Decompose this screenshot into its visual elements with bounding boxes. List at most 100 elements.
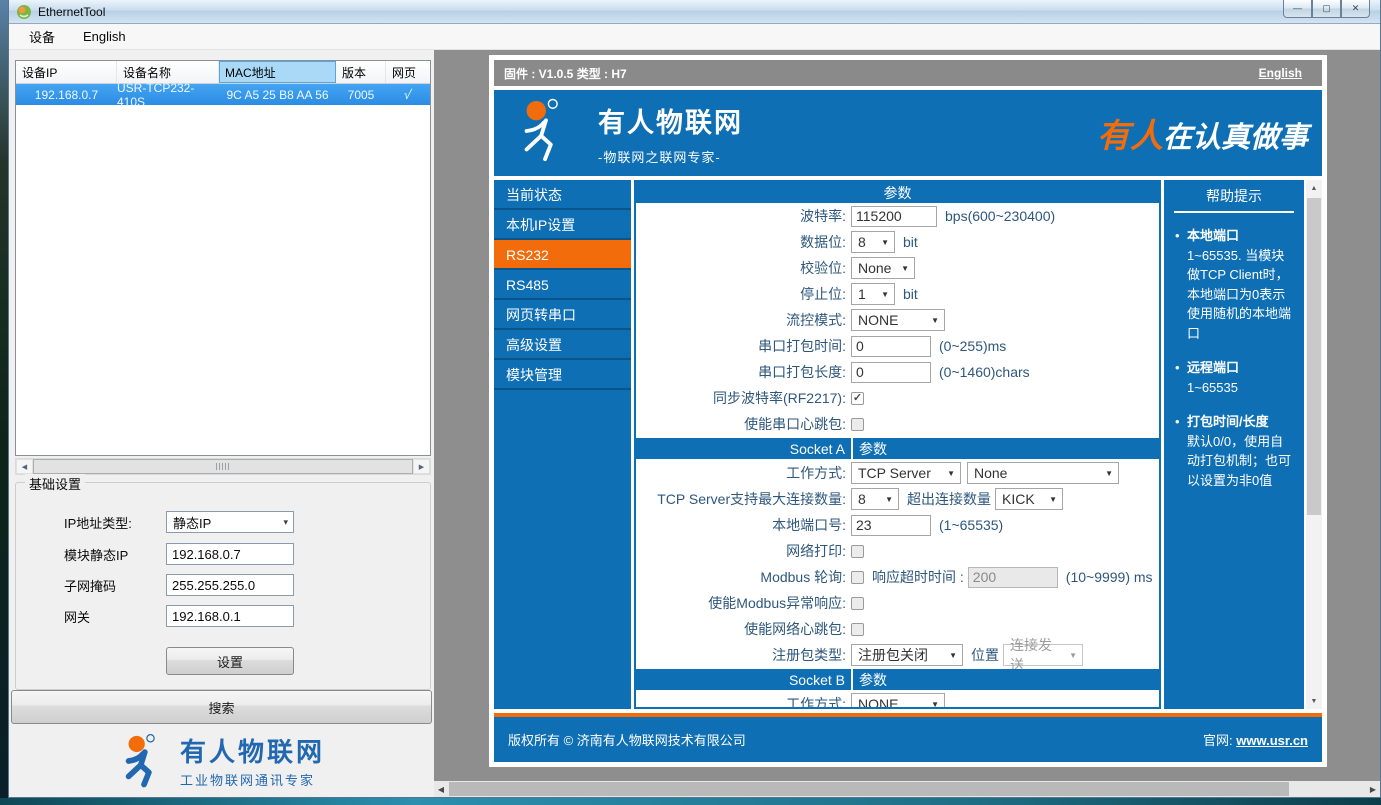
modbus-exception-checkbox[interactable]: ✓ (851, 597, 864, 610)
pack-length-input[interactable] (851, 362, 931, 383)
max-connections-value: 8 (858, 491, 866, 507)
scrollbar-thumb[interactable] (1307, 198, 1321, 515)
pack-length-range: (0~1460)chars (939, 364, 1030, 380)
sync-baud-row: 同步波特率(RF2217): ✓ (636, 386, 1159, 410)
net-heartbeat-label: 使能网络心跳包: (636, 619, 851, 639)
stop-bits-select[interactable]: 1 ▼ (851, 283, 895, 305)
header-version[interactable]: 版本 (336, 61, 386, 83)
close-button[interactable]: ✕ (1341, 0, 1370, 18)
cell-webpage-link[interactable]: √ (386, 84, 430, 105)
flow-control-row: 流控模式: NONE ▼ (636, 308, 1159, 332)
page-middle: 当前状态 本机IP设置 RS232 RS485 网页转串口 高级设置 模块管理 … (494, 180, 1322, 709)
packet-position-select[interactable]: 连接发送 ▼ (1003, 644, 1083, 666)
menu-device[interactable]: 设备 (29, 27, 55, 46)
scrollbar-grip-icon (216, 463, 231, 470)
work-mode-a-label: 工作方式: (636, 463, 851, 483)
browser-horizontal-scrollbar[interactable]: ◀ ▶ (434, 781, 1380, 797)
work-mode-b-select[interactable]: NONE ▼ (851, 693, 945, 709)
copyright-text: 版权所有 © 济南有人物联网技术有限公司 (508, 730, 746, 749)
gateway-input[interactable] (166, 605, 294, 627)
footer-bar: 版权所有 © 济南有人物联网技术有限公司 官网: www.usr.cn (494, 717, 1322, 762)
page-vertical-scrollbar[interactable]: ▲ ▼ (1306, 180, 1322, 709)
work-mode-a-select[interactable]: TCP Server ▼ (851, 462, 961, 484)
serial-heartbeat-label: 使能串口心跳包: (636, 414, 851, 434)
site-link[interactable]: www.usr.cn (1236, 733, 1308, 748)
data-bits-select[interactable]: 8 ▼ (851, 231, 895, 253)
exceed-connections-select[interactable]: KICK ▼ (995, 488, 1063, 510)
minimize-button[interactable]: — (1283, 0, 1312, 18)
register-packet-value: 注册包关闭 (858, 645, 928, 665)
parity-row: 校验位: None ▼ (636, 256, 1159, 280)
data-bits-unit: bit (903, 234, 918, 250)
header-webpage[interactable]: 网页 (386, 61, 430, 83)
nav-current-status[interactable]: 当前状态 (494, 180, 631, 210)
baud-rate-input[interactable] (851, 206, 937, 227)
cell-mac-address: 9C A5 25 B8 AA 56 (219, 84, 336, 105)
stop-bits-unit: bit (903, 286, 918, 302)
cell-device-name: USR-TCP232-410S (117, 84, 219, 105)
nav-advanced[interactable]: 高级设置 (494, 330, 631, 360)
scroll-up-icon: ▲ (1311, 185, 1318, 192)
stop-bits-row: 停止位: 1 ▼ bit (636, 282, 1159, 306)
scroll-up-button[interactable]: ▲ (1306, 180, 1322, 196)
parity-select[interactable]: None ▼ (851, 257, 915, 279)
chevron-down-icon: ▼ (931, 700, 939, 709)
max-connections-select[interactable]: 8 ▼ (851, 488, 899, 510)
nav-local-ip[interactable]: 本机IP设置 (494, 210, 631, 240)
ip-type-select[interactable]: 静态IP ▾ (166, 511, 294, 533)
window-title: EthernetTool (38, 5, 105, 19)
scroll-right-button[interactable]: ▶ (1366, 781, 1380, 797)
usr-logo: 有人物联网 工业物联网通讯专家 (9, 732, 434, 795)
site-label: 官网: (1203, 733, 1233, 748)
device-row-selected[interactable]: 192.168.0.7 USR-TCP232-410S 9C A5 25 B8 … (16, 84, 430, 105)
subnet-mask-input[interactable] (166, 574, 294, 596)
scrollbar-thumb[interactable] (33, 459, 413, 474)
set-button[interactable]: 设置 (166, 647, 294, 675)
register-packet-select[interactable]: 注册包关闭 ▼ (851, 644, 963, 666)
flow-control-select[interactable]: NONE ▼ (851, 309, 945, 331)
scroll-left-button[interactable]: ◀ (434, 781, 448, 797)
net-print-checkbox[interactable]: ✓ (851, 545, 864, 558)
local-port-range: (1~65535) (939, 517, 1003, 533)
modbus-exception-label: 使能Modbus异常响应: (636, 593, 851, 613)
search-button[interactable]: 搜索 (11, 690, 432, 724)
gateway-row: 网关 (64, 605, 294, 627)
modbus-timeout-input[interactable] (968, 567, 1058, 588)
check-icon: ✓ (853, 393, 862, 404)
english-link[interactable]: English (1259, 66, 1302, 80)
ip-type-label: IP地址类型: (64, 513, 166, 532)
local-port-input[interactable] (851, 515, 931, 536)
table-horizontal-scrollbar[interactable]: ◀ ▶ (15, 458, 431, 475)
maximize-button[interactable]: ▢ (1312, 0, 1341, 18)
modbus-poll-checkbox[interactable]: ✓ (851, 571, 864, 584)
work-mode-a-sub-select[interactable]: None ▼ (967, 462, 1119, 484)
usr-logo-title: 有人物联网 (180, 738, 325, 767)
pack-time-input[interactable] (851, 336, 931, 357)
nav-web-to-serial[interactable]: 网页转串口 (494, 300, 631, 330)
net-heartbeat-checkbox[interactable]: ✓ (851, 623, 864, 636)
header-device-ip[interactable]: 设备IP (16, 61, 117, 83)
footer-site: 官网: www.usr.cn (1203, 730, 1308, 749)
scroll-down-button[interactable]: ▼ (1306, 693, 1322, 709)
sync-baud-checkbox[interactable]: ✓ (851, 392, 864, 405)
scroll-left-button[interactable]: ◀ (16, 459, 33, 474)
main-area: 设备IP 设备名称 MAC地址 版本 网页 192.168.0.7 USR-TC… (9, 50, 1380, 797)
header-mac-address[interactable]: MAC地址 (219, 61, 336, 83)
title-bar[interactable]: EthernetTool — ▢ ✕ (9, 0, 1380, 24)
static-ip-input[interactable] (166, 543, 294, 565)
static-ip-label: 模块静态IP (64, 545, 166, 564)
sync-baud-label: 同步波特率(RF2217): (636, 388, 851, 408)
scrollbar-thumb[interactable] (449, 782, 1289, 796)
serial-heartbeat-checkbox[interactable]: ✓ (851, 418, 864, 431)
help-item-local-port: 本地端口 1~65535. 当模块做TCP Client时，本地端口为0表示使用… (1174, 226, 1294, 343)
subnet-mask-row: 子网掩码 (64, 574, 294, 596)
data-bits-label: 数据位: (636, 232, 851, 252)
scroll-right-button[interactable]: ▶ (413, 459, 430, 474)
nav-rs485[interactable]: RS485 (494, 270, 631, 300)
chevron-down-icon: ▼ (881, 238, 889, 247)
nav-module-mgmt[interactable]: 模块管理 (494, 360, 631, 390)
menu-english[interactable]: English (83, 29, 126, 44)
parity-label: 校验位: (636, 258, 851, 278)
chevron-down-icon: ▾ (283, 517, 288, 528)
nav-rs232[interactable]: RS232 (494, 240, 631, 270)
